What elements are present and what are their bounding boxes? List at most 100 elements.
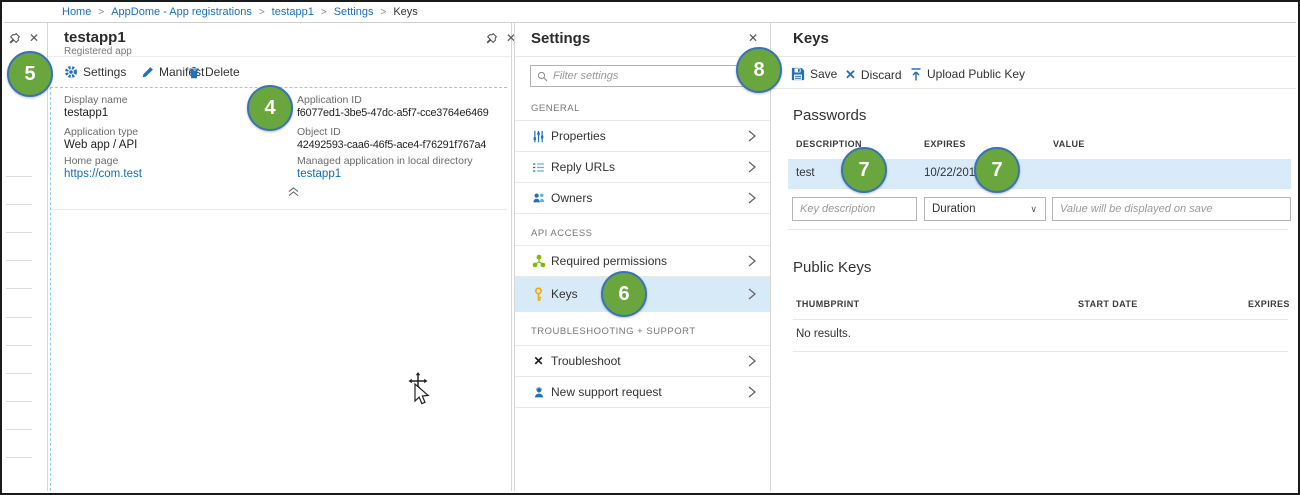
field-label: Application ID — [297, 94, 489, 106]
settings-item-label: Troubleshoot — [551, 354, 621, 368]
search-icon — [537, 71, 548, 82]
list-row-separator — [6, 373, 32, 374]
chevron-right-icon — [748, 355, 756, 367]
table-divider — [793, 319, 1288, 320]
duration-selected-value: Duration — [932, 203, 975, 215]
settings-item-label: Reply URLs — [551, 160, 615, 174]
breadcrumb-link-testapp1[interactable]: testapp1 — [272, 6, 314, 18]
breadcrumb-link-app-registrations[interactable]: AppDome - App registrations — [111, 6, 252, 18]
list-row-separator — [6, 176, 32, 177]
chevron-right-icon — [748, 288, 756, 300]
pin-icon[interactable] — [8, 32, 21, 45]
field-label: Managed application in local directory — [297, 155, 473, 167]
toolbar-divider — [771, 88, 1296, 89]
move-cursor-icon — [400, 370, 436, 412]
list-row-separator — [6, 429, 32, 430]
settings-section-label: TROUBLESHOOTING + SUPPORT — [531, 326, 696, 337]
essentials-field: Application type Web app / API — [64, 126, 138, 152]
settings-item-label: Properties — [551, 129, 606, 143]
field-value: Web app / API — [64, 138, 138, 152]
save-button-label: Save — [810, 67, 837, 81]
breadcrumb: Home > AppDome - App registrations > tes… — [4, 2, 1296, 23]
settings-blade: Settings ✕ GENERAL Properties Reply URLs — [514, 23, 770, 491]
pencil-icon — [141, 66, 154, 79]
field-label: Application type — [64, 126, 138, 138]
chevron-right-icon — [748, 386, 756, 398]
breadcrumb-separator: > — [380, 7, 386, 18]
duration-select[interactable]: Duration ∨ — [924, 197, 1046, 221]
annotation-circle-7a: 7 — [841, 147, 887, 193]
chevron-double-up-icon — [288, 187, 299, 197]
managed-application-link[interactable]: testapp1 — [297, 167, 473, 181]
passwords-heading: Passwords — [793, 107, 866, 124]
settings-item-label: New support request — [551, 385, 662, 399]
permissions-icon — [531, 254, 546, 268]
field-label: Object ID — [297, 126, 486, 138]
annotation-circle-5: 5 — [7, 51, 53, 97]
group-divider — [515, 311, 770, 312]
filter-settings-input[interactable] — [553, 70, 750, 82]
breadcrumb-link-settings[interactable]: Settings — [334, 6, 374, 18]
discard-button[interactable]: ✕ Discard — [845, 67, 902, 83]
settings-item-owners[interactable]: Owners — [515, 182, 770, 213]
close-icon[interactable]: ✕ — [748, 31, 758, 45]
list-row-separator — [6, 204, 32, 205]
column-header-expires: EXPIRES — [1248, 299, 1290, 309]
settings-item-properties[interactable]: Properties — [515, 120, 770, 151]
title-divider — [515, 56, 770, 57]
pin-icon[interactable] — [485, 32, 498, 45]
chevron-right-icon — [748, 130, 756, 142]
settings-item-troubleshoot[interactable]: ✕ Troubleshoot — [515, 345, 770, 376]
filter-settings-box — [530, 65, 757, 87]
home-page-link[interactable]: https://com.test — [64, 167, 142, 181]
trash-icon — [188, 66, 200, 79]
keys-blade: Keys Save ✕ Discard Upload Public Key Pa… — [770, 23, 1296, 491]
settings-item-required-permissions[interactable]: Required permissions — [515, 245, 770, 276]
column-header-start-date: START DATE — [1078, 299, 1138, 309]
breadcrumb-current-keys: Keys — [393, 6, 417, 18]
key-value-input[interactable] — [1052, 197, 1291, 221]
discard-x-icon: ✕ — [845, 67, 856, 83]
collapse-essentials-button[interactable] — [288, 187, 299, 197]
troubleshoot-tools-icon: ✕ — [531, 354, 546, 368]
field-value: testapp1 — [64, 106, 128, 120]
annotation-circle-8: 8 — [736, 47, 782, 93]
upload-public-key-button[interactable]: Upload Public Key — [910, 67, 1025, 81]
delete-button-label: Delete — [205, 65, 240, 79]
list-row-separator — [6, 232, 32, 233]
list-row-separator — [6, 457, 32, 458]
field-label: Display name — [64, 94, 128, 106]
column-header-expires: EXPIRES — [924, 139, 966, 149]
list-icon — [531, 162, 546, 173]
dropdown-caret-icon: ∨ — [1030, 204, 1037, 215]
upload-button-label: Upload Public Key — [927, 67, 1025, 81]
column-header-thumbprint: THUMBPRINT — [796, 299, 860, 309]
save-button[interactable]: Save — [791, 67, 837, 81]
no-results-text: No results. — [796, 328, 851, 340]
essentials-field: Managed application in local directory t… — [297, 155, 473, 181]
key-icon — [531, 287, 546, 302]
annotation-circle-4: 4 — [247, 85, 293, 131]
application-id-value: f6077ed1-3be5-47dc-a5f7-cce3764e6469 — [297, 106, 489, 120]
delete-button[interactable]: Delete — [188, 65, 240, 79]
close-icon[interactable]: ✕ — [29, 31, 39, 45]
field-label: Home page — [64, 155, 142, 167]
column-header-description: DESCRIPTION — [796, 139, 862, 149]
title-divider — [771, 56, 1296, 57]
settings-button[interactable]: Settings — [64, 65, 126, 79]
settings-button-label: Settings — [83, 65, 126, 79]
breadcrumb-link-home[interactable]: Home — [62, 6, 91, 18]
settings-item-reply-urls[interactable]: Reply URLs — [515, 151, 770, 182]
key-description-input[interactable] — [792, 197, 917, 221]
settings-item-label: Owners — [551, 191, 592, 205]
column-header-value: VALUE — [1053, 139, 1085, 149]
discard-button-label: Discard — [861, 68, 902, 82]
group-divider — [515, 213, 770, 214]
annotation-circle-7b: 7 — [974, 147, 1020, 193]
breadcrumb-separator: > — [321, 7, 327, 18]
settings-item-new-support-request[interactable]: New support request — [515, 376, 770, 407]
list-row-separator — [6, 317, 32, 318]
keys-blade-title: Keys — [793, 30, 829, 47]
annotation-circle-6: 6 — [601, 271, 647, 317]
chevron-right-icon — [748, 192, 756, 204]
